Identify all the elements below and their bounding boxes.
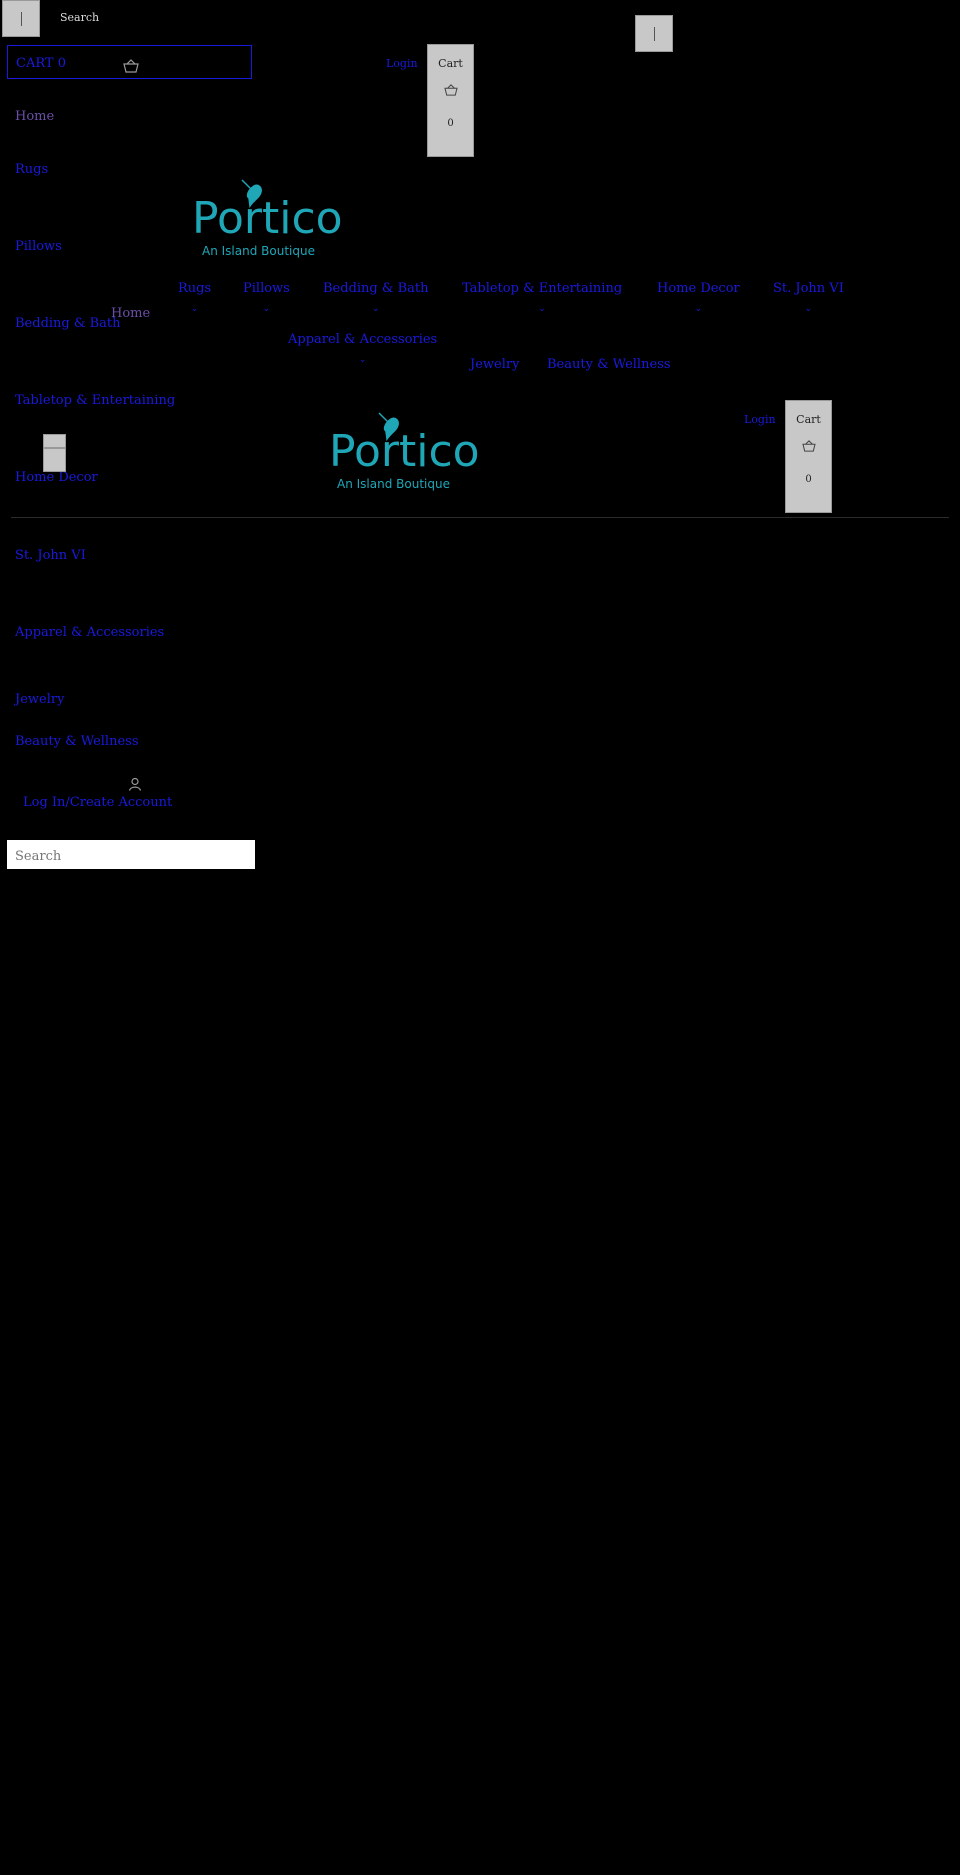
side-nav-pillows[interactable]: Pillows: [15, 239, 62, 254]
side-search-input[interactable]: [7, 840, 255, 869]
user-icon: [128, 777, 142, 791]
nav-home[interactable]: Home: [111, 306, 150, 321]
nav-home-decor[interactable]: Home Decor ⌄: [657, 281, 740, 314]
search-toggle-label[interactable]: Search: [60, 11, 99, 24]
basket-icon: [801, 440, 816, 452]
chevron-down-icon[interactable]: ⌄: [243, 304, 290, 314]
cart-bar-label: CART 0: [16, 56, 66, 71]
nav-beauty[interactable]: Beauty & Wellness: [547, 357, 671, 372]
nav-tabletop[interactable]: Tabletop & Entertaining ⌄: [462, 281, 622, 314]
chevron-down-icon[interactable]: ⌄: [288, 355, 437, 365]
chevron-down-icon[interactable]: ⌄: [462, 304, 622, 314]
chevron-down-icon[interactable]: ⌄: [323, 304, 428, 314]
nav-rugs[interactable]: Rugs ⌄: [178, 281, 211, 314]
nav-st-john[interactable]: St. John VI ⌄: [773, 281, 844, 314]
cart-button[interactable]: Cart 0: [427, 44, 474, 157]
cart-count: 0: [805, 474, 812, 485]
chevron-down-icon[interactable]: ⌄: [178, 304, 211, 314]
nav-pillows[interactable]: Pillows ⌄: [243, 281, 290, 314]
header-divider: [11, 517, 949, 518]
logo-subtitle: An Island Boutique: [202, 244, 315, 258]
site-logo-secondary[interactable]: Portico An Island Boutique: [327, 411, 480, 497]
menu-toggle-button[interactable]: [2, 0, 40, 37]
login-link-secondary[interactable]: Login: [744, 413, 776, 426]
nav-apparel[interactable]: Apparel & Accessories ⌄: [288, 332, 437, 365]
top-right-toggle-button[interactable]: [635, 15, 673, 52]
logo-subtitle: An Island Boutique: [337, 477, 450, 491]
basket-icon: [443, 84, 458, 96]
side-nav-beauty[interactable]: Beauty & Wellness: [15, 734, 139, 749]
side-nav-st-john[interactable]: St. John VI: [15, 548, 86, 563]
nav-home-decor-label: Home Decor: [657, 281, 740, 296]
cart-label: Cart: [438, 57, 463, 70]
site-logo[interactable]: Portico An Island Boutique: [190, 178, 343, 264]
side-nav-jewelry[interactable]: Jewelry: [15, 692, 64, 707]
mobile-menu-button[interactable]: [43, 434, 66, 448]
nav-apparel-label: Apparel & Accessories: [288, 332, 438, 347]
side-nav-tabletop[interactable]: Tabletop & Entertaining: [15, 393, 175, 408]
cart-button-secondary[interactable]: Cart 0: [785, 400, 832, 513]
side-nav-bedding-bath[interactable]: Bedding & Bath: [15, 316, 120, 331]
mobile-menu-button-secondary[interactable]: [43, 448, 66, 472]
login-create-account-link[interactable]: Log In/Create Account: [23, 795, 172, 810]
basket-icon: [123, 59, 139, 73]
side-nav-home-decor[interactable]: Home Decor: [15, 470, 98, 485]
nav-tabletop-label: Tabletop & Entertaining: [462, 281, 623, 296]
logo-title: Portico: [192, 193, 343, 244]
login-link[interactable]: Login: [386, 57, 418, 70]
side-nav-rugs[interactable]: Rugs: [15, 162, 48, 177]
logo-title: Portico: [329, 426, 480, 477]
cart-count: 0: [447, 118, 454, 129]
toggle-icon: [653, 27, 655, 41]
menu-icon: [20, 12, 22, 26]
nav-jewelry[interactable]: Jewelry: [470, 357, 519, 372]
nav-rugs-label: Rugs: [178, 281, 212, 296]
side-nav-apparel[interactable]: Apparel & Accessories: [15, 625, 164, 640]
cart-label: Cart: [796, 413, 821, 426]
nav-pillows-label: Pillows: [243, 281, 290, 296]
nav-st-john-label: St. John VI: [773, 281, 844, 296]
chevron-down-icon[interactable]: ⌄: [657, 304, 740, 314]
nav-bedding-bath-label: Bedding & Bath: [323, 281, 429, 296]
chevron-down-icon[interactable]: ⌄: [773, 304, 844, 314]
cart-bar[interactable]: CART 0: [7, 45, 252, 79]
nav-bedding-bath[interactable]: Bedding & Bath ⌄: [323, 281, 428, 314]
side-nav-home[interactable]: Home: [15, 109, 54, 124]
